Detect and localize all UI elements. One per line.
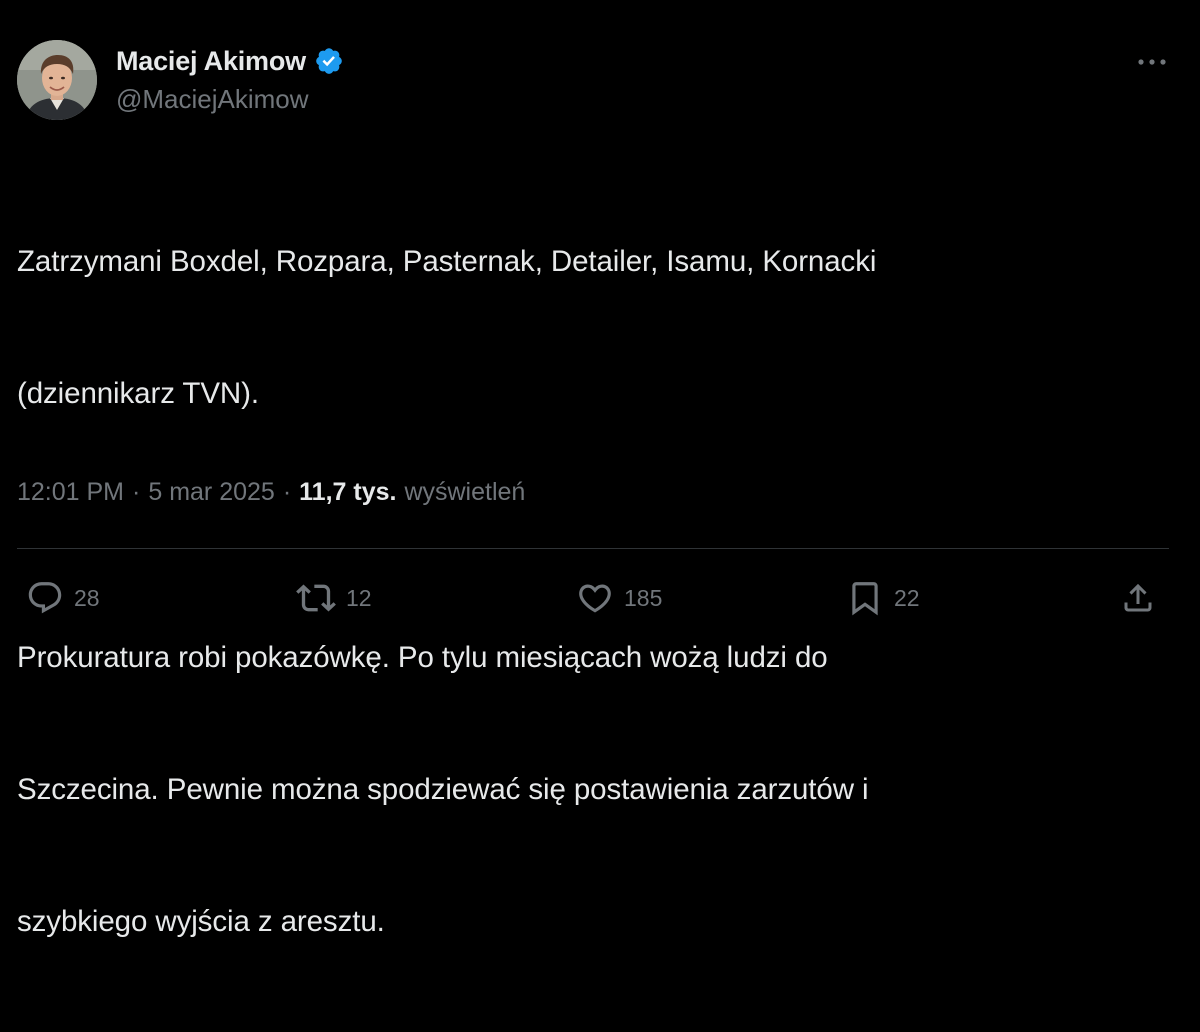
share-icon	[1124, 583, 1152, 612]
bookmark-button[interactable]: 22	[846, 578, 920, 618]
reply-count: 28	[74, 584, 100, 611]
verified-badge-icon[interactable]	[314, 46, 344, 76]
avatar-image	[17, 40, 97, 120]
tweet-time[interactable]: 12:01 PM	[17, 478, 124, 507]
repost-icon	[296, 584, 336, 612]
heart-icon	[579, 584, 611, 613]
tweet: Maciej Akimow @MaciejAkimow Zatrzymani B…	[0, 0, 1200, 938]
repost-button[interactable]: 12	[296, 578, 372, 618]
tweet-date[interactable]: 5 mar 2025	[148, 478, 274, 507]
divider	[17, 548, 1169, 549]
bookmark-icon	[852, 582, 878, 616]
tweet-meta: 12:01 PM · 5 mar 2025 · 11,7 tys. wyświe…	[17, 478, 525, 507]
author-handle[interactable]: @MaciejAkimow	[116, 84, 309, 115]
tweet-text-line: Prokuratura robi pokazówkę. Po tylu mies…	[17, 641, 828, 674]
tweet-text-line: (dziennikarz TVN).	[17, 377, 259, 410]
avatar[interactable]	[17, 40, 97, 120]
views-count[interactable]: 11,7 tys.	[299, 478, 396, 507]
meta-separator: ·	[132, 478, 141, 506]
reply-icon	[28, 582, 62, 614]
views-label[interactable]: wyświetleń	[404, 478, 525, 507]
like-count: 185	[624, 584, 663, 611]
display-name[interactable]: Maciej Akimow	[116, 46, 306, 77]
tweet-text-line: Zatrzymani Boxdel, Rozpara, Pasternak, D…	[17, 245, 877, 278]
share-button[interactable]	[1120, 578, 1156, 618]
like-button[interactable]: 185	[576, 578, 662, 618]
bookmark-count: 22	[894, 584, 920, 611]
more-button[interactable]	[1134, 44, 1170, 80]
tweet-text-line: szybkiego wyjścia z aresztu.	[17, 905, 385, 938]
more-icon	[1138, 59, 1166, 65]
meta-separator: ·	[282, 478, 292, 506]
reply-button[interactable]: 28	[26, 578, 100, 618]
author-name-row: Maciej Akimow	[116, 44, 344, 78]
tweet-text-line: Szczecina. Pewnie można spodziewać się p…	[17, 773, 869, 806]
repost-count: 12	[346, 584, 372, 611]
